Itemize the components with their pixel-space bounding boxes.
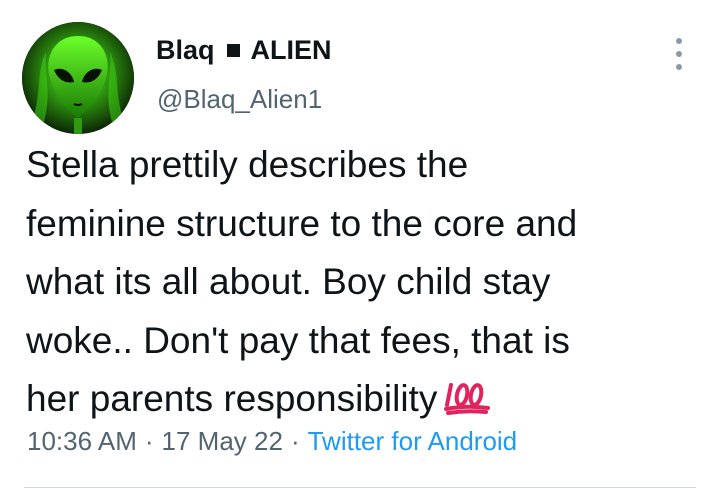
more-dot xyxy=(676,64,682,70)
meta-separator: · xyxy=(144,426,154,456)
more-vertical-icon[interactable] xyxy=(672,38,686,70)
tweet-meta: 10:36 AM · 17 May 22 · Twitter for Android xyxy=(27,426,517,457)
avatar[interactable] xyxy=(22,22,134,134)
more-dot xyxy=(676,38,682,44)
author-handle[interactable]: @Blaq_Alien1 xyxy=(157,84,322,115)
meta-separator: · xyxy=(290,426,300,456)
alien-head-icon xyxy=(22,22,134,134)
author-name-first: Blaq xyxy=(156,35,215,65)
tweet-text: Stella prettily describes the feminine s… xyxy=(26,136,701,433)
tweet-date[interactable]: 17 May 22 xyxy=(162,426,283,456)
tweet-body: Stella prettily describes the feminine s… xyxy=(26,144,578,419)
name-separator-square xyxy=(226,44,240,57)
tweet-card: Blaq ALIEN @Blaq_Alien1 Stella prettily … xyxy=(0,0,720,490)
tweet-time[interactable]: 10:36 AM xyxy=(27,426,137,456)
divider xyxy=(24,487,696,488)
author-name-second: ALIEN xyxy=(250,35,332,65)
tweet-source-link[interactable]: Twitter for Android xyxy=(308,426,518,456)
more-dot xyxy=(676,51,682,57)
100-points-emoji xyxy=(443,374,491,433)
author-name[interactable]: Blaq ALIEN xyxy=(156,35,332,66)
